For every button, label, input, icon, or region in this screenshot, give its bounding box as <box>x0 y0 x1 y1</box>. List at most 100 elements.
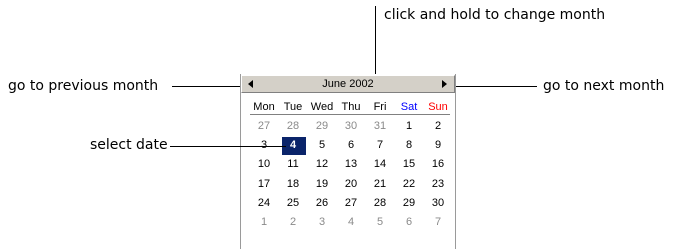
day-name-wed: Wed <box>310 101 334 113</box>
date-number: 21 <box>373 177 387 190</box>
date-cell[interactable]: 1 <box>395 117 423 136</box>
date-cell[interactable]: 20 <box>337 175 365 194</box>
day-name-mon: Mon <box>253 101 275 113</box>
date-number: 6 <box>347 139 355 152</box>
date-cell[interactable]: 24 <box>250 194 278 213</box>
date-number: 14 <box>373 158 387 171</box>
leader-line-previous-month <box>172 86 246 87</box>
date-cell[interactable]: 3 <box>308 213 336 232</box>
callout-change-month: click and hold to change month <box>384 7 606 23</box>
date-cell[interactable]: 26 <box>308 194 336 213</box>
date-number: 20 <box>344 177 358 190</box>
date-cell[interactable]: 27 <box>337 194 365 213</box>
date-number: 19 <box>315 177 329 190</box>
day-name-sun: Sun <box>428 101 448 113</box>
date-number: 2 <box>434 120 442 132</box>
date-number: 9 <box>434 139 442 152</box>
date-cell[interactable]: 30 <box>424 194 452 213</box>
date-cell[interactable]: 28 <box>279 117 307 136</box>
date-number: 30 <box>431 196 445 209</box>
date-number: 31 <box>373 120 387 132</box>
date-number: 17 <box>257 177 271 190</box>
date-number: 27 <box>257 120 271 132</box>
date-number: 3 <box>318 216 326 228</box>
calendar-border-left <box>240 74 241 249</box>
date-number: 5 <box>318 139 326 152</box>
date-number: 11 <box>287 158 299 171</box>
date-cell[interactable]: 11 <box>279 155 307 174</box>
date-cell[interactable]: 14 <box>366 155 394 174</box>
date-cell[interactable]: 31 <box>366 117 394 136</box>
date-number: 4 <box>289 139 297 152</box>
date-cell[interactable]: 5 <box>308 136 336 155</box>
date-number: 27 <box>344 196 358 209</box>
date-cell[interactable]: 17 <box>250 175 278 194</box>
date-number: 26 <box>315 196 329 209</box>
date-cell[interactable]: 29 <box>395 194 423 213</box>
callout-next-month: go to next month <box>543 78 665 94</box>
date-cell[interactable]: 30 <box>337 117 365 136</box>
triangle-right-icon <box>442 80 447 88</box>
date-cell[interactable]: 29 <box>308 117 336 136</box>
callout-previous-month: go to previous month <box>8 78 159 94</box>
date-cell[interactable]: 15 <box>395 155 423 174</box>
date-number: 23 <box>431 177 445 190</box>
date-number: 2 <box>289 216 297 228</box>
date-number: 28 <box>373 196 387 209</box>
date-number: 12 <box>315 158 329 171</box>
date-number: 25 <box>286 196 300 209</box>
date-cell[interactable]: 2 <box>279 213 307 232</box>
day-name-fri: Fri <box>373 101 387 113</box>
date-number: 7 <box>376 139 384 152</box>
date-cell[interactable]: 18 <box>279 175 307 194</box>
date-cell[interactable]: 9 <box>424 136 452 155</box>
date-cell[interactable]: 1 <box>250 213 278 232</box>
date-number: 10 <box>257 158 271 171</box>
date-number: 1 <box>405 120 413 132</box>
date-cell[interactable]: 27 <box>250 117 278 136</box>
date-cell[interactable]: 23 <box>424 175 452 194</box>
next-month-button[interactable] <box>438 76 452 92</box>
date-number: 30 <box>344 120 358 132</box>
day-name-thu: Thu <box>341 101 361 113</box>
date-cell[interactable]: 22 <box>395 175 423 194</box>
date-cell[interactable]: 6 <box>395 213 423 232</box>
date-cell[interactable]: 19 <box>308 175 336 194</box>
date-cell[interactable]: 13 <box>337 155 365 174</box>
leader-line-select-date <box>170 146 286 147</box>
date-cell[interactable]: 2 <box>424 117 452 136</box>
date-number: 24 <box>257 196 271 209</box>
date-number: 1 <box>260 216 268 228</box>
leader-line-next-month <box>450 86 537 87</box>
date-number: 16 <box>431 158 445 171</box>
date-number: 28 <box>286 120 300 132</box>
calendar-border-right <box>455 74 456 249</box>
date-cell[interactable]: 6 <box>337 136 365 155</box>
date-cell[interactable]: 21 <box>366 175 394 194</box>
leader-line-change-month <box>375 6 376 77</box>
date-cell[interactable]: 7 <box>366 136 394 155</box>
date-number: 22 <box>402 177 416 190</box>
date-number: 29 <box>315 120 329 132</box>
date-cell[interactable]: 10 <box>250 155 278 174</box>
date-cell[interactable]: 4 <box>337 213 365 232</box>
date-number: 6 <box>405 216 413 228</box>
date-cell[interactable]: 5 <box>366 213 394 232</box>
date-cell[interactable]: 7 <box>424 213 452 232</box>
date-cell[interactable]: 28 <box>366 194 394 213</box>
date-number: 15 <box>402 158 416 171</box>
date-cell[interactable]: 8 <box>395 136 423 155</box>
month-label[interactable]: June 2002 <box>242 77 454 91</box>
date-number: 5 <box>376 216 384 228</box>
date-number: 18 <box>286 177 300 190</box>
date-number: 8 <box>405 139 413 152</box>
date-number: 7 <box>434 216 442 228</box>
date-cell[interactable]: 12 <box>308 155 336 174</box>
date-number: 13 <box>344 158 358 171</box>
date-number: 29 <box>402 196 416 209</box>
calendar-month-header[interactable]: June 2002 <box>241 75 455 93</box>
date-cell[interactable]: 25 <box>279 194 307 213</box>
day-name-sat: Sat <box>400 101 418 113</box>
callout-select-date: select date <box>90 137 168 153</box>
date-cell[interactable]: 16 <box>424 155 452 174</box>
